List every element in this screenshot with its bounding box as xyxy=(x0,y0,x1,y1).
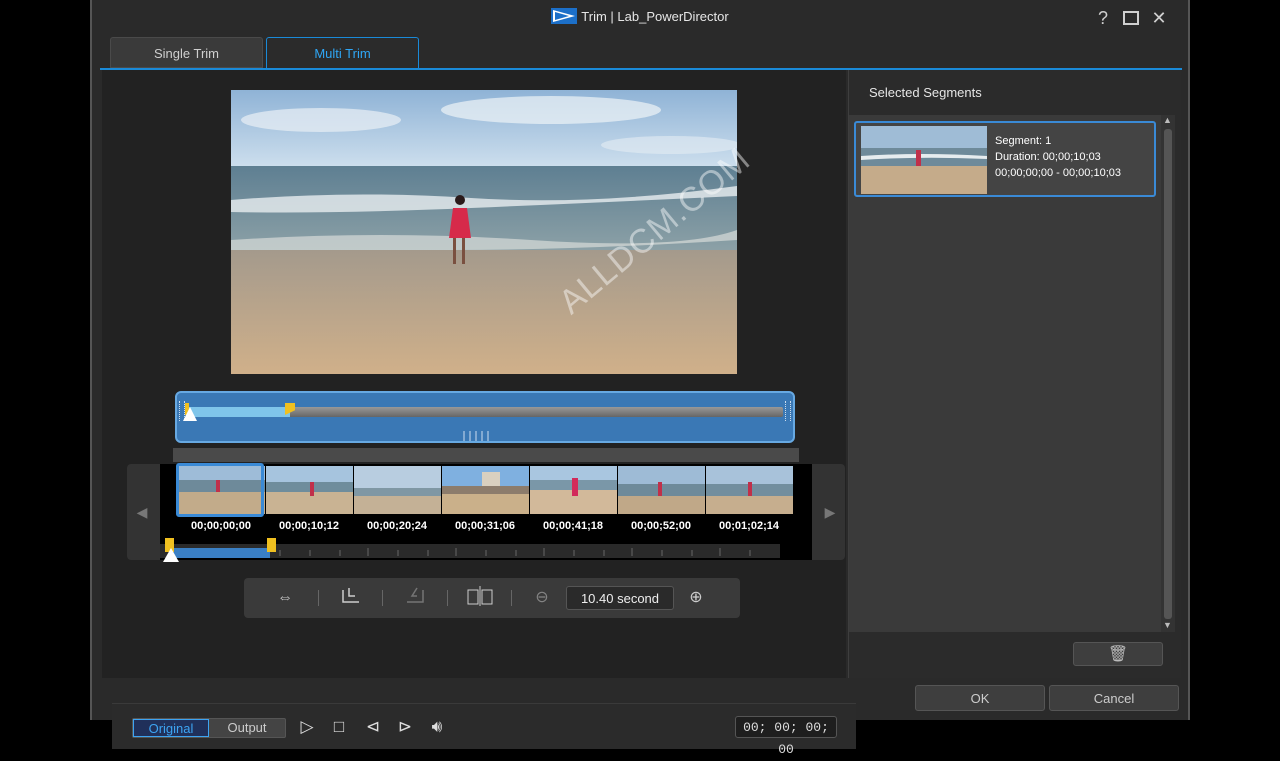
chevron-right-icon: ▶ xyxy=(824,504,836,520)
scrollbar-thumb[interactable] xyxy=(1164,129,1172,619)
trash-icon: 🗑︎ xyxy=(1107,646,1129,663)
thumbnail-frame[interactable] xyxy=(266,466,353,514)
strip-next-button[interactable]: ▶ xyxy=(815,464,845,560)
thumbnail-time: 00;00;00;00 xyxy=(191,520,251,532)
original-toggle[interactable]: Original xyxy=(133,719,209,737)
question-icon: ? xyxy=(1097,8,1108,28)
toolbar-divider xyxy=(382,590,383,606)
range-track[interactable] xyxy=(183,403,783,421)
stop-button[interactable]: □ xyxy=(326,714,352,740)
maximize-icon xyxy=(1123,11,1139,25)
zoom-level-display: 10.40 second xyxy=(566,586,674,610)
segments-pane: Selected Segments Segment: 1 Duration: 0… xyxy=(848,70,1181,678)
scroll-up-icon[interactable]: ▲ xyxy=(1163,115,1172,125)
playhead-marker[interactable] xyxy=(183,407,197,421)
segment-thumbnail xyxy=(861,126,987,194)
range-selector[interactable] xyxy=(175,391,795,443)
segment-duration: Duration: 00;00;10;03 xyxy=(995,151,1101,163)
thumbnail-frame[interactable] xyxy=(354,466,441,514)
original-output-toggle: Original Output xyxy=(132,718,286,738)
previous-frame-button[interactable]: ⊲ xyxy=(360,714,386,740)
thumbnail-time: 00;01;02;14 xyxy=(719,520,779,532)
thumbnail-time: 00;00;20;24 xyxy=(367,520,427,532)
trim-window: Trim | Lab_PowerDirector ? ✕ Single Trim… xyxy=(90,0,1190,757)
powerdirector-logo-icon xyxy=(551,8,578,24)
play-button[interactable]: ▷ xyxy=(294,714,320,740)
close-icon: ✕ xyxy=(1151,8,1167,28)
double-arrow-icon: ⇔ xyxy=(277,589,293,606)
ok-button[interactable]: OK xyxy=(915,685,1045,711)
chevron-left-icon: ◀ xyxy=(136,504,148,520)
thumbnail-frames: 00;00;00;00 00;00;10;12 00;00;20;24 00;0… xyxy=(160,463,812,562)
toolbar-divider xyxy=(511,590,512,606)
selected-segment-bar[interactable] xyxy=(170,548,270,558)
segments-scrollbar[interactable]: ▲ ▼ xyxy=(1161,115,1175,632)
cancel-button[interactable]: Cancel xyxy=(1049,685,1179,711)
fit-to-range-button[interactable]: ⇔ xyxy=(270,586,300,610)
mark-in-icon xyxy=(342,588,359,603)
delete-segment-button[interactable]: 🗑︎ xyxy=(1073,642,1163,666)
timecode-display[interactable]: 00; 00; 00; 00 xyxy=(735,716,837,757)
next-frame-button[interactable]: ⊳ xyxy=(392,714,418,740)
segment-number: Segment: 1 xyxy=(995,135,1052,147)
playback-bar: Original Output ▷ □ ⊲ ⊳ 🔊︎ 00; 00; 00; 0… xyxy=(112,703,856,757)
trim-editor-pane: ◀ 00;00;00;00 00;00;10;12 00;00;20;24 00… xyxy=(102,70,856,757)
thumbnail-frame[interactable] xyxy=(618,466,705,514)
thumbnail-time: 00;00;41;18 xyxy=(543,520,603,532)
zoom-in-button[interactable]: ⊕ xyxy=(681,586,711,610)
mark-in-button[interactable] xyxy=(336,586,366,610)
thumbnail-frame[interactable] xyxy=(706,466,793,514)
help-button[interactable]: ? xyxy=(1090,6,1116,30)
thumbnail-time: 00;00;10;12 xyxy=(279,520,339,532)
mark-out-button[interactable] xyxy=(400,586,430,610)
tab-multi-trim[interactable]: Multi Trim xyxy=(266,37,419,68)
video-preview xyxy=(231,90,737,374)
toolbar-divider xyxy=(447,590,448,606)
title-bar: Trim | Lab_PowerDirector ? ✕ xyxy=(92,0,1188,36)
current-frame-highlight xyxy=(176,463,264,517)
range-scroll-handle[interactable] xyxy=(461,428,491,441)
timeline-playhead[interactable] xyxy=(163,548,179,562)
window-title-text: Trim | Lab_PowerDirector xyxy=(581,9,729,24)
zoom-in-icon: ⊕ xyxy=(689,589,703,606)
zoom-out-button[interactable]: ⊖ xyxy=(527,586,557,610)
segment-end-marker[interactable] xyxy=(267,538,276,552)
output-toggle[interactable]: Output xyxy=(209,719,285,737)
segments-title: Selected Segments xyxy=(869,85,982,100)
film-frames-icon xyxy=(467,586,493,606)
range-selected-fill xyxy=(187,407,290,417)
thumbnail-frame[interactable] xyxy=(530,466,617,514)
thumbnail-time: 00;00;31;06 xyxy=(455,520,515,532)
segment-range: 00;00;00;00 - 00;00;10;03 xyxy=(995,167,1121,179)
segment-item[interactable]: Segment: 1 Duration: 00;00;10;03 00;00;0… xyxy=(854,121,1156,197)
mark-out-marker[interactable] xyxy=(285,403,295,415)
mark-out-icon xyxy=(407,587,424,603)
thumbnail-strip: ◀ 00;00;00;00 00;00;10;12 00;00;20;24 00… xyxy=(127,463,845,562)
window-title: Trim | Lab_PowerDirector xyxy=(92,8,1188,24)
strip-prev-button[interactable]: ◀ xyxy=(127,464,157,560)
scroll-down-icon[interactable]: ▼ xyxy=(1163,620,1172,630)
timeline-separator xyxy=(173,448,799,462)
trim-toolbar: ⇔ ⊖ 10.40 second ⊕ xyxy=(244,578,740,618)
maximize-button[interactable] xyxy=(1118,6,1144,30)
thumbnail-frame[interactable] xyxy=(442,466,529,514)
tab-single-trim[interactable]: Single Trim xyxy=(110,37,263,68)
split-frames-button[interactable] xyxy=(465,586,495,610)
toolbar-divider xyxy=(318,590,319,606)
close-button[interactable]: ✕ xyxy=(1146,6,1172,30)
volume-button[interactable]: 🔊︎ xyxy=(424,714,450,740)
beach-scene-image xyxy=(231,90,737,374)
thumbnail-time: 00;00;52;00 xyxy=(631,520,691,532)
segments-list: Segment: 1 Duration: 00;00;10;03 00;00;0… xyxy=(849,115,1175,632)
range-right-grip[interactable] xyxy=(785,401,791,421)
zoom-out-icon: ⊖ xyxy=(535,589,549,606)
timeline-ruler[interactable] xyxy=(160,538,780,562)
